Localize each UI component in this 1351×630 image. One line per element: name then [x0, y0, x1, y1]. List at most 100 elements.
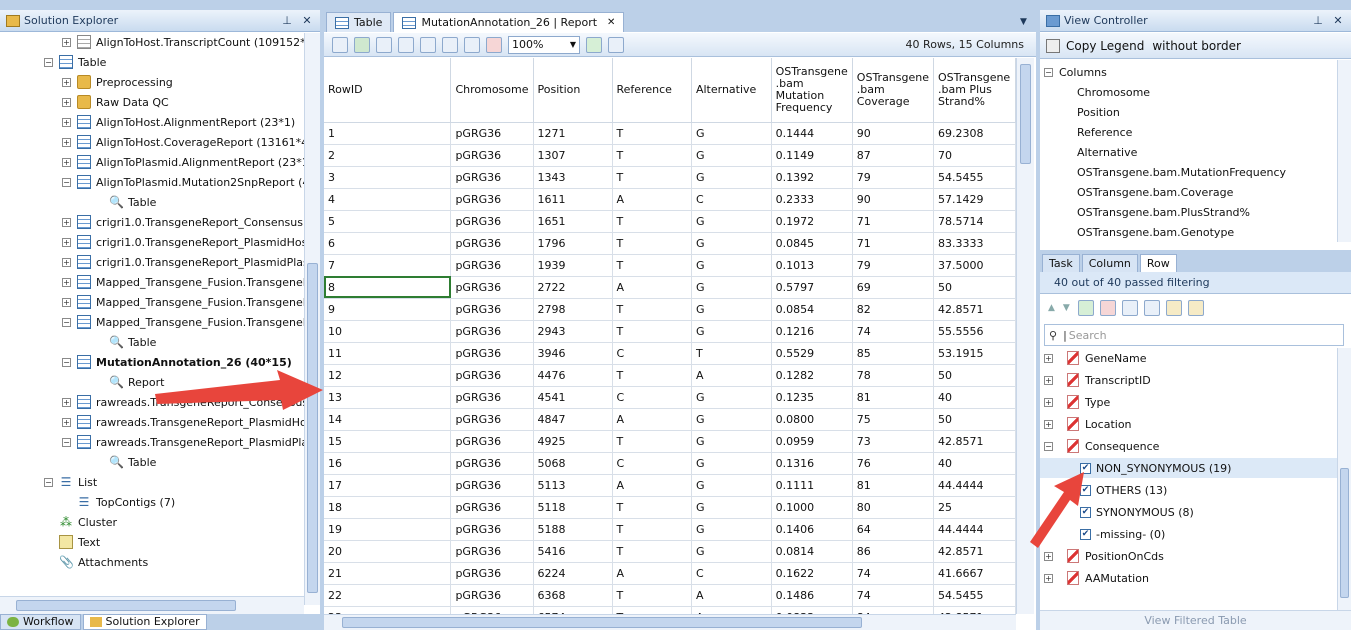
table-cell[interactable]: 6 — [324, 232, 452, 255]
column-header[interactable]: OSTransgene .bam Coverage — [852, 58, 935, 123]
table-cell[interactable]: 4476 — [533, 364, 613, 387]
table-cell[interactable]: pGRG36 — [450, 232, 534, 255]
filter-field-item[interactable]: + Type — [1040, 392, 1337, 412]
table-cell[interactable]: 8 — [324, 276, 452, 299]
table-cell[interactable]: 84 — [852, 606, 935, 614]
table-cell[interactable]: 0.1282 — [771, 364, 853, 387]
zoom-select[interactable]: 100% ▼ — [508, 35, 580, 54]
table-cell[interactable]: G — [691, 210, 772, 233]
checkbox[interactable]: ✔ — [1080, 462, 1091, 474]
filter-scrollbar[interactable] — [1337, 348, 1351, 610]
table-cell[interactable]: 1271 — [533, 122, 613, 145]
collapse-icon[interactable]: − — [62, 177, 71, 187]
tab-task[interactable]: Task — [1042, 254, 1080, 272]
filter-value-item[interactable]: ✔ -missing- (0) — [1040, 524, 1337, 544]
table-cell[interactable]: pGRG36 — [450, 584, 534, 607]
copy-legend-button[interactable]: Copy Legend — [1066, 39, 1144, 53]
checkbox[interactable]: ✔ — [1080, 484, 1091, 496]
table-cell[interactable]: 0.1444 — [771, 122, 853, 145]
table-cell[interactable]: 0.1972 — [771, 210, 853, 233]
tree-item[interactable]: 🔍 Table — [0, 452, 304, 472]
table-cell[interactable]: 0.1392 — [771, 166, 853, 189]
refresh-icon[interactable] — [586, 36, 602, 53]
table-cell[interactable]: G — [691, 496, 772, 519]
table-row[interactable]: 4 pGRG36 1611 A C 0.2333 90 57.1429 — [324, 188, 1016, 211]
collapse-icon[interactable]: − — [62, 437, 71, 447]
table-cell[interactable]: 0.5529 — [771, 342, 853, 365]
table-cell[interactable]: pGRG36 — [450, 320, 534, 343]
table-cell[interactable]: 23 — [324, 606, 452, 614]
export-icon[interactable] — [332, 36, 348, 53]
columns-scrollbar[interactable] — [1337, 60, 1351, 242]
table-cell[interactable]: 12 — [324, 364, 452, 387]
filter-scroll-thumb[interactable] — [1340, 468, 1349, 598]
table-cell[interactable]: T — [612, 606, 692, 614]
column-list-item[interactable]: OSTransgene.bam.MutationFrequency — [1077, 162, 1286, 182]
table-cell[interactable]: 10 — [324, 320, 452, 343]
table-cell[interactable]: C — [691, 562, 772, 585]
table-cell[interactable]: 17 — [324, 474, 452, 497]
table-cell[interactable]: 0.0845 — [771, 232, 853, 255]
table-scroll-thumb[interactable] — [1020, 64, 1031, 164]
table-cell[interactable]: T — [612, 232, 692, 255]
tree-item[interactable]: + AlignToHost.AlignmentReport (23*1) — [0, 112, 304, 132]
table-cell[interactable]: 5068 — [533, 452, 613, 475]
pin-icon[interactable]: ⊥ — [1311, 14, 1325, 27]
table-horizontal-scrollbar[interactable] — [324, 614, 1016, 630]
filter-add-icon[interactable] — [1099, 300, 1116, 316]
table-cell[interactable]: 0.1111 — [771, 474, 853, 497]
table-cell[interactable]: C — [691, 188, 772, 211]
table-cell[interactable]: 42.8571 — [933, 606, 1016, 614]
tree-item[interactable]: + crigri1.0.TransgeneReport_PlasmidPlasmi… — [0, 252, 304, 272]
table-cell[interactable]: T — [612, 364, 692, 387]
table-cell[interactable]: 76 — [852, 452, 935, 475]
table-cell[interactable]: 15 — [324, 430, 452, 453]
table-cell[interactable]: 50 — [933, 276, 1016, 299]
table-cell[interactable]: 0.1316 — [771, 452, 853, 475]
filter-options-icon[interactable] — [1165, 300, 1182, 316]
tree-item[interactable]: − rawreads.TransgeneReport_PlasmidPlasmid — [0, 432, 304, 452]
table-cell[interactable]: 4847 — [533, 408, 613, 431]
table-cell[interactable]: pGRG36 — [450, 254, 534, 277]
tab-table[interactable]: Table — [326, 12, 392, 32]
table-cell[interactable]: 1939 — [533, 254, 613, 277]
table-cell[interactable]: G — [691, 540, 772, 563]
filter-field-item[interactable]: + PositionOnCds — [1040, 546, 1337, 566]
table-cell[interactable]: G — [691, 298, 772, 321]
table-cell[interactable]: G — [691, 386, 772, 409]
layout-icon[interactable] — [398, 36, 414, 53]
tree-item[interactable]: Text — [0, 532, 304, 552]
table-cell[interactable]: 11 — [324, 342, 452, 365]
table-cell[interactable]: A — [612, 276, 692, 299]
table-cell[interactable]: 64 — [852, 518, 935, 541]
tree-item[interactable]: + rawreads.TransgeneReport_Consensus (2*7 — [0, 392, 304, 412]
table-cell[interactable]: 0.1622 — [771, 562, 853, 585]
table-row[interactable]: 21 pGRG36 6224 A C 0.1622 74 41.6667 — [324, 562, 1016, 585]
expand-icon[interactable]: + — [62, 297, 71, 307]
tree-item[interactable]: − MutationAnnotation_26 (40*15) — [0, 352, 304, 372]
column-header[interactable]: Alternative — [691, 58, 772, 123]
table-cell[interactable]: A — [691, 584, 772, 607]
filter-value-item[interactable]: ✔ OTHERS (13) — [1040, 480, 1337, 500]
collapse-icon[interactable]: − — [44, 57, 53, 67]
table-cell[interactable]: G — [691, 276, 772, 299]
table-cell[interactable]: 40 — [933, 386, 1016, 409]
table-cell[interactable]: 0.0814 — [771, 540, 853, 563]
table-cell[interactable]: G — [691, 452, 772, 475]
move-up-icon[interactable]: ▲ — [1048, 303, 1055, 313]
table-cell[interactable]: pGRG36 — [450, 342, 534, 365]
expand-icon[interactable]: + — [62, 157, 71, 167]
column-header[interactable]: OSTransgene .bam Mutation Frequency — [771, 58, 853, 123]
table-cell[interactable]: 6574 — [533, 606, 613, 614]
table-cell[interactable]: 0.0959 — [771, 430, 853, 453]
table-cell[interactable]: 55.5556 — [933, 320, 1016, 343]
table-row[interactable]: 10 pGRG36 2943 T G 0.1216 74 55.5556 — [324, 320, 1016, 343]
collapse-icon[interactable]: − — [1044, 67, 1053, 77]
tree-item[interactable]: + Mapped_Transgene_Fusion.TransgeneRep — [0, 272, 304, 292]
column-header[interactable]: Reference — [612, 58, 692, 123]
table-cell[interactable]: 74 — [852, 320, 935, 343]
expand-icon[interactable]: + — [62, 257, 71, 267]
filter-value-item[interactable]: ✔ SYNONYMOUS (8) — [1040, 502, 1337, 522]
tabs-dropdown-icon[interactable]: ▼ — [1020, 12, 1036, 32]
filter-search-input[interactable]: ⚲ | Search — [1044, 324, 1344, 346]
